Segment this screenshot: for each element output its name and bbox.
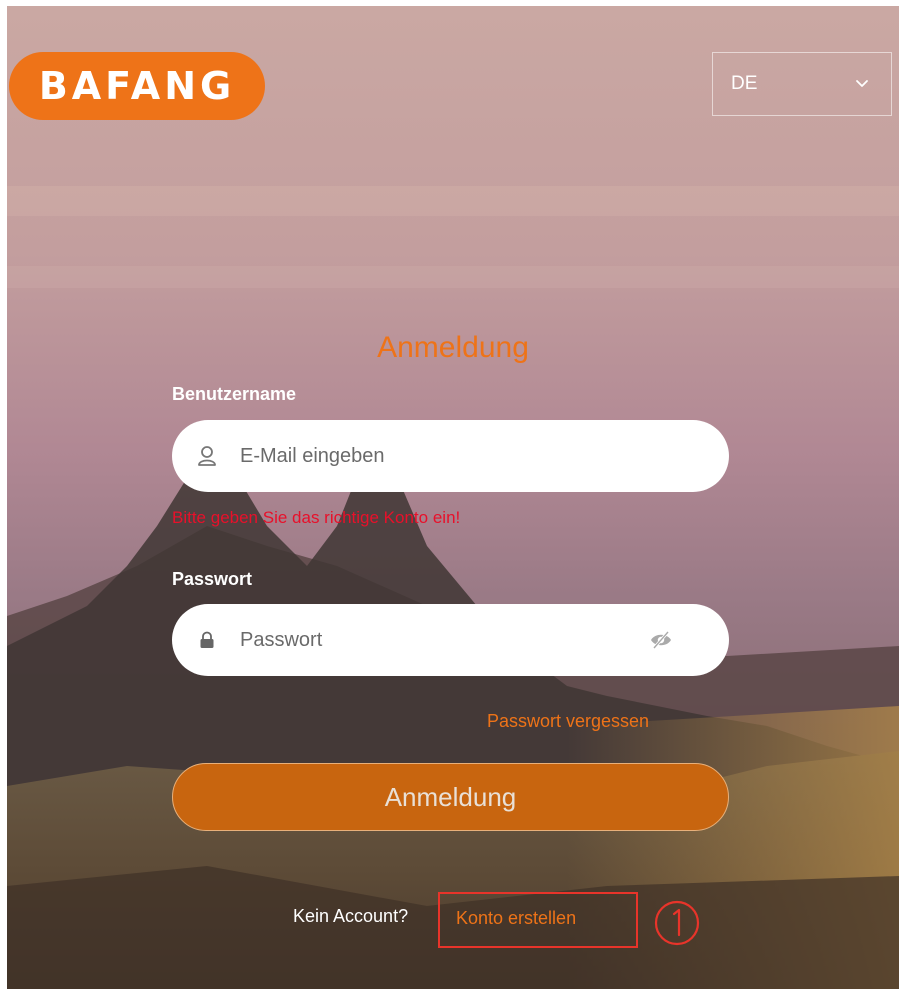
password-label: Passwort bbox=[172, 569, 253, 589]
login-button[interactable]: Anmeldung bbox=[172, 763, 729, 831]
user-icon bbox=[196, 445, 218, 467]
language-select[interactable]: DE bbox=[712, 52, 892, 116]
password-field[interactable]: Passwort bbox=[172, 604, 729, 676]
no-account-text: Kein Account? bbox=[293, 906, 409, 926]
chevron-down-icon bbox=[856, 80, 868, 87]
username-field[interactable]: E-Mail eingeben bbox=[172, 420, 729, 492]
language-value: DE bbox=[731, 73, 758, 94]
login-page: BAFANG DE Anmeldung Benutzername E-Mail … bbox=[7, 6, 899, 989]
password-input[interactable]: Passwort bbox=[240, 629, 322, 652]
username-label: Benutzername bbox=[172, 384, 297, 404]
login-title: Anmeldung bbox=[377, 331, 529, 364]
annotation-number-glyph bbox=[672, 908, 681, 937]
lock-icon bbox=[196, 629, 218, 651]
bafang-logo: BAFANG bbox=[9, 52, 265, 120]
forgot-password-link[interactable]: Passwort vergessen bbox=[487, 711, 649, 732]
username-input[interactable]: E-Mail eingeben bbox=[240, 445, 385, 468]
error-message: Bitte geben Sie das richtige Konto ein! bbox=[172, 508, 461, 527]
eye-slash-icon[interactable] bbox=[649, 629, 673, 651]
create-account-link[interactable]: Konto erstellen bbox=[438, 892, 638, 948]
background-landscape bbox=[7, 6, 899, 989]
